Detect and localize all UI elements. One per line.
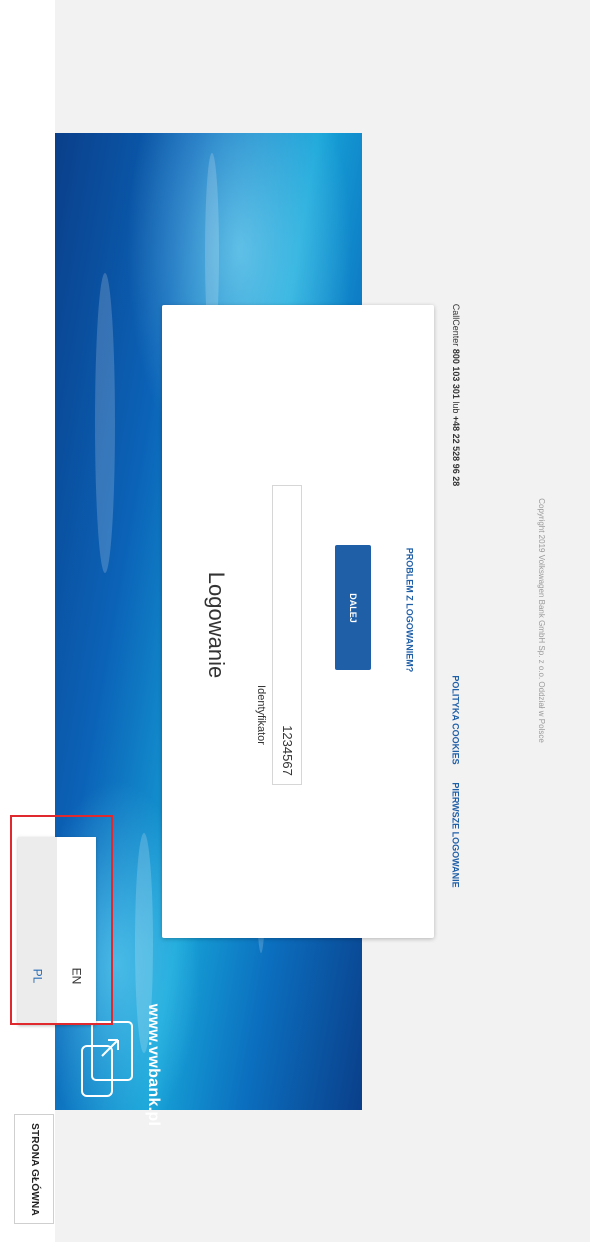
copyright-text: Copyright 2019 Volkswagen Bank GmbH Sp. … xyxy=(536,497,546,743)
login-title: Logowanie xyxy=(204,571,229,679)
brand-site: www.vwbank.pl xyxy=(138,1004,168,1126)
cookies-policy-link[interactable]: POLITYKA COOKIES xyxy=(445,675,467,764)
home-link[interactable]: STRONA GŁÓWNA xyxy=(14,1114,54,1224)
login-problem-link[interactable]: PROBLEM Z LOGOWANIEM? xyxy=(396,540,422,680)
next-button-label: DALEJ xyxy=(347,592,358,623)
next-button[interactable]: DALEJ xyxy=(335,545,371,670)
identifier-value: 1234567 xyxy=(279,725,295,776)
mobile-device-icon xyxy=(81,1021,133,1097)
callcenter-info: CallCenter 800 103 301 lub +48 22 528 96… xyxy=(451,303,461,487)
brand-site-text: www.vwbank.pl xyxy=(145,1003,163,1127)
first-login-link[interactable]: PIERWSZE LOGOWANIE xyxy=(445,775,467,895)
highlight-box xyxy=(10,815,113,1025)
identifier-input[interactable]: 1234567 xyxy=(272,485,302,785)
home-link-label: STRONA GŁÓWNA xyxy=(28,1122,40,1216)
identifier-label: Identyfikator xyxy=(255,685,268,745)
